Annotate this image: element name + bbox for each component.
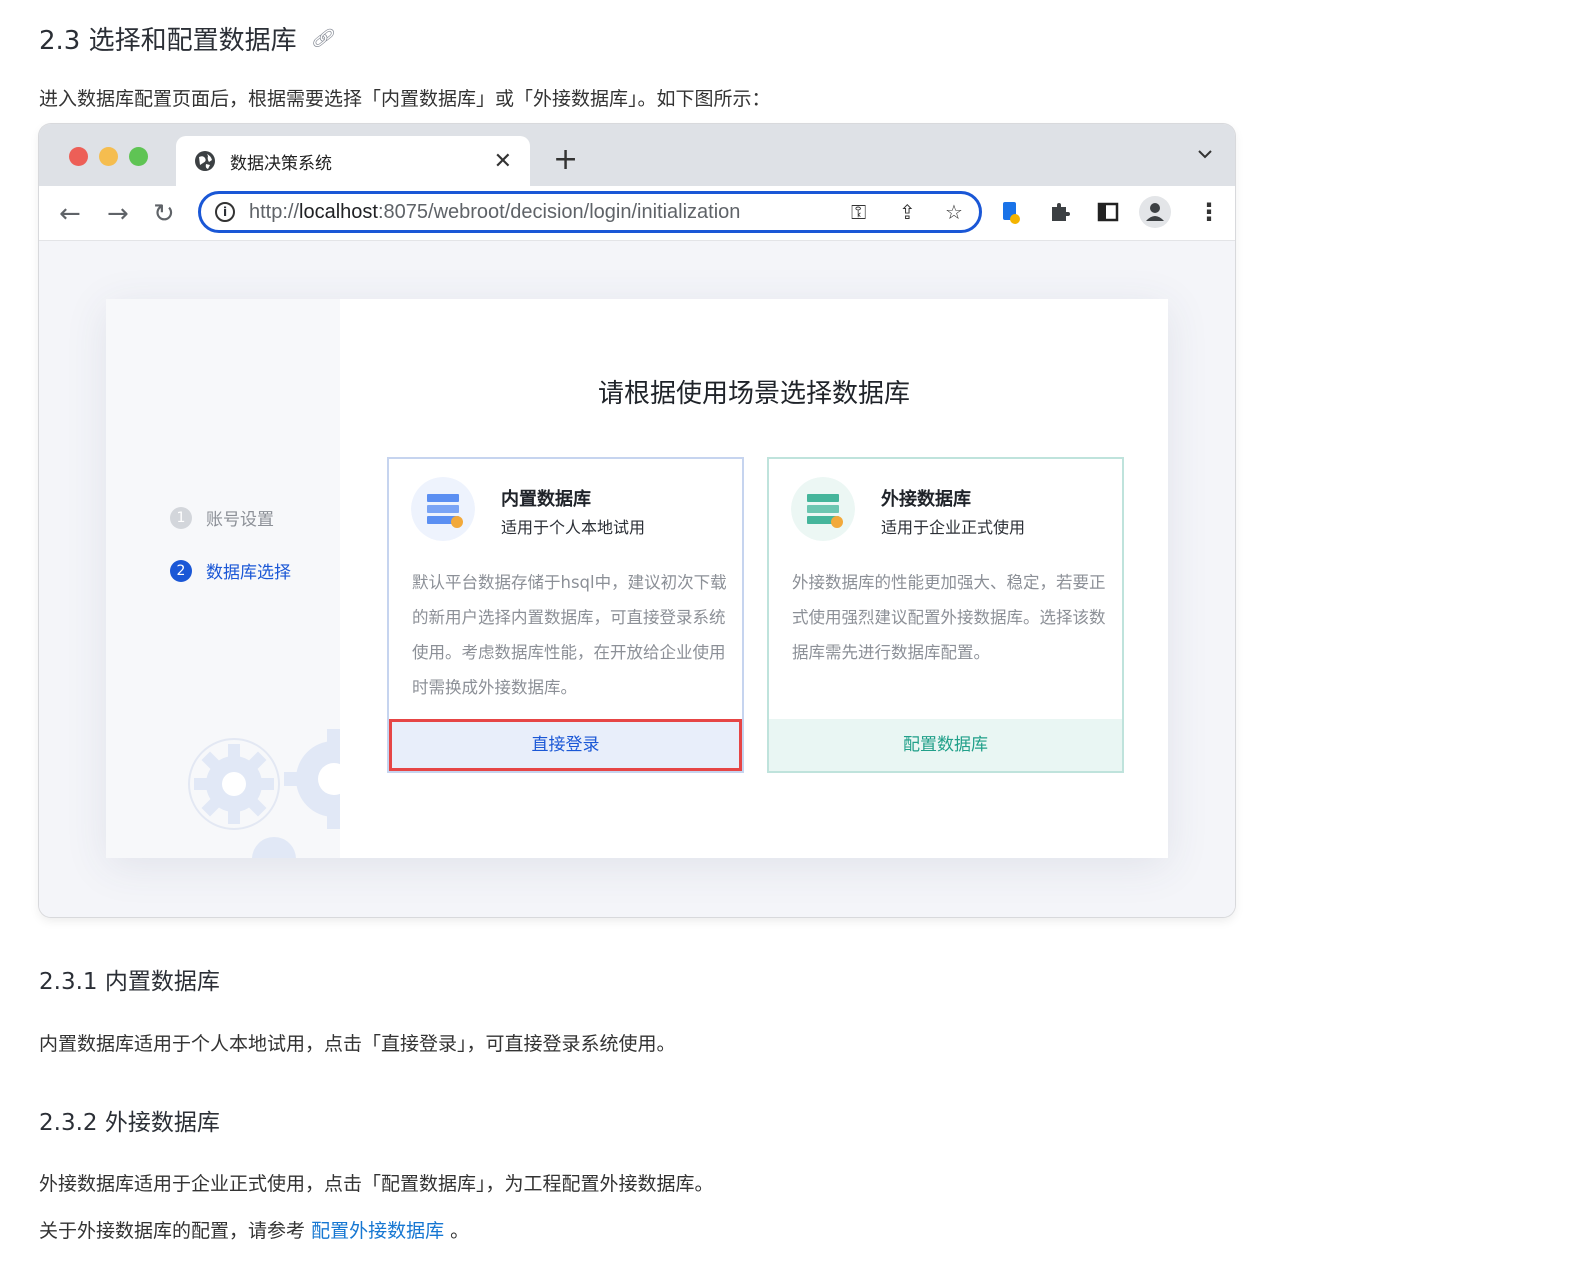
- forward-button[interactable]: →: [107, 199, 129, 229]
- minimize-window-button[interactable]: [99, 147, 118, 166]
- db-selection-card: 1 账号设置 2 数据库选择 请根据使用场景选择数据库 内置数据库 适用于个人本…: [106, 299, 1168, 858]
- menu-kebab-icon[interactable]: ⋮: [1197, 198, 1221, 226]
- puzzle-icon[interactable]: [1049, 201, 1071, 228]
- info-icon[interactable]: i: [215, 202, 235, 222]
- extension-document-icon[interactable]: [1001, 201, 1021, 230]
- share-icon[interactable]: ⇪: [899, 200, 916, 224]
- browser-tab[interactable]: 数据决策系统 ✕: [176, 136, 530, 186]
- database-server-icon: [411, 477, 475, 541]
- step-number: 1: [170, 506, 192, 529]
- subsection-heading-builtin: 2.3.1 内置数据库: [39, 969, 220, 995]
- configure-external-db-link[interactable]: 配置外接数据库: [311, 1220, 444, 1242]
- option-subtitle: 适用于企业正式使用: [881, 518, 1026, 537]
- subsection-heading-external: 2.3.2 外接数据库: [39, 1110, 220, 1136]
- external-text: 外接数据库适用于企业正式使用，点击「配置数据库」，为工程配置外接数据库。: [39, 1173, 714, 1195]
- chevron-down-icon[interactable]: [1197, 146, 1213, 162]
- reference-prefix: 关于外接数据库的配置，请参考: [39, 1220, 306, 1242]
- option-name: 外接数据库: [881, 489, 971, 510]
- back-button[interactable]: ←: [59, 199, 81, 229]
- reference-line: 关于外接数据库的配置，请参考 配置外接数据库 。: [39, 1216, 469, 1243]
- star-icon[interactable]: ☆: [945, 200, 963, 224]
- step-label: 数据库选择: [206, 563, 291, 583]
- step-database-select: 2 数据库选择: [170, 558, 291, 583]
- close-tab-icon[interactable]: ✕: [494, 149, 512, 174]
- reference-suffix: 。: [450, 1220, 470, 1242]
- option-subtitle: 适用于个人本地试用: [501, 518, 646, 537]
- link-icon[interactable]: 🔗︎: [311, 28, 334, 49]
- sidepanel-icon[interactable]: [1097, 201, 1119, 228]
- builtin-text: 内置数据库适用于个人本地试用，点击「直接登录」，可直接登录系统使用。: [39, 1033, 676, 1055]
- direct-login-button[interactable]: 直接登录: [389, 719, 742, 771]
- browser-toolbar: ← → ↻ i http://localhost:8075/webroot/de…: [39, 186, 1235, 241]
- url-text: http://localhost:8075/webroot/decision/l…: [249, 200, 741, 223]
- external-database-option[interactable]: 外接数据库 适用于企业正式使用 外接数据库的性能更加强大、稳定，若要正式使用强烈…: [767, 457, 1124, 773]
- address-bar[interactable]: i http://localhost:8075/webroot/decision…: [198, 191, 982, 233]
- globe-icon: [195, 151, 215, 171]
- intro-text: 进入数据库配置页面后，根据需要选择「内置数据库」或「外接数据库」。如下图所示：: [39, 88, 771, 110]
- option-description: 默认平台数据存储于hsql中，建议初次下载的新用户选择内置数据库，可直接登录系统…: [412, 573, 727, 697]
- close-window-button[interactable]: [69, 147, 88, 166]
- browser-window: 数据决策系统 ✕ + ← → ↻ i http://localhost:8075…: [39, 124, 1235, 917]
- tab-title: 数据决策系统: [230, 153, 332, 174]
- step-account-settings: 1 账号设置: [170, 505, 274, 530]
- maximize-window-button[interactable]: [129, 147, 148, 166]
- steps-sidebar: 1 账号设置 2 数据库选择: [106, 299, 340, 858]
- option-name: 内置数据库: [501, 489, 591, 510]
- profile-avatar-icon[interactable]: [1139, 196, 1171, 233]
- section-title: 2.3 选择和配置数据库: [39, 26, 297, 56]
- configure-database-button[interactable]: 配置数据库: [769, 719, 1122, 771]
- step-label: 账号设置: [206, 510, 274, 530]
- section-heading: 2.3 选择和配置数据库 🔗︎: [39, 20, 333, 57]
- reload-button[interactable]: ↻: [153, 199, 175, 229]
- builtin-database-option[interactable]: 内置数据库 适用于个人本地试用 默认平台数据存储于hsql中，建议初次下载的新用…: [387, 457, 744, 773]
- page-title: 请根据使用场景选择数据库: [597, 379, 910, 409]
- gears-illustration: [188, 729, 340, 858]
- database-config-icon: [791, 477, 855, 541]
- step-number: 2: [170, 559, 192, 582]
- option-description: 外接数据库的性能更加强大、稳定，若要正式使用强烈建议配置外接数据库。选择该数据库…: [792, 573, 1106, 662]
- new-tab-button[interactable]: +: [553, 142, 578, 177]
- tab-bar: 数据决策系统 ✕ +: [39, 124, 1235, 186]
- key-icon[interactable]: ⚿: [851, 200, 866, 224]
- web-viewport: 1 账号设置 2 数据库选择 请根据使用场景选择数据库 内置数据库 适用于个人本…: [39, 241, 1235, 917]
